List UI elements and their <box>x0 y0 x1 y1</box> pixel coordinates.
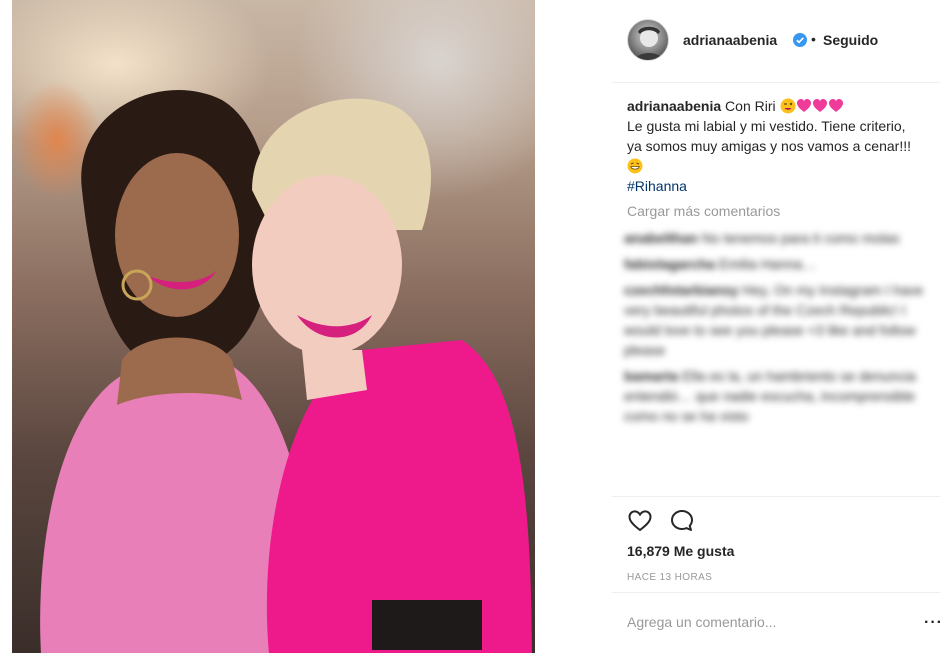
post-timestamp[interactable]: HACE 13 HORAS <box>627 572 712 583</box>
comment-icon[interactable] <box>669 508 695 534</box>
caption-first-line: Con Riri <box>725 98 776 114</box>
list-item: anabelthan No tenemos para ti como molas <box>624 228 924 248</box>
more-options-button[interactable]: ··· <box>924 614 943 632</box>
comment-username[interactable]: bamarta <box>624 368 678 384</box>
comment-username[interactable]: anabelthan <box>624 230 698 246</box>
avatar-image <box>634 26 664 60</box>
heart-icon[interactable] <box>627 508 653 534</box>
likes-count[interactable]: 16,879 Me gusta <box>627 543 734 559</box>
comment-username[interactable]: fabiolagarcha <box>624 256 715 272</box>
comments-list: anabelthan No tenemos para ti como molas… <box>624 228 924 432</box>
divider <box>612 496 940 497</box>
comment-text: No tenemos para ti como molas <box>701 230 900 246</box>
photo-person-right <box>252 98 532 653</box>
list-item: czechfotarbiansy Hey, On my Instagram I … <box>624 280 924 360</box>
following-button[interactable]: Seguido <box>823 32 878 48</box>
post-sidebar: adrianaabenia • Seguido adrianaabenia Co… <box>612 0 952 653</box>
comment-input[interactable]: Agrega un comentario... <box>627 614 776 630</box>
emoji-heart-icon <box>796 99 811 112</box>
emoji-heart-icon <box>828 99 843 112</box>
verified-badge-icon <box>793 33 807 47</box>
emoji-grin-icon <box>627 158 643 174</box>
hashtag-link[interactable]: #Rihanna <box>627 178 687 194</box>
post-caption: adrianaabenia Con Riri Le gusta mi labia… <box>627 96 917 196</box>
emoji-wink-icon <box>780 98 796 114</box>
post-header: adrianaabenia • Seguido <box>612 0 940 83</box>
list-item: fabiolagarcha Emilia Hanna… <box>624 254 924 274</box>
comment-username[interactable]: czechfotarbiansy <box>624 282 738 298</box>
avatar[interactable] <box>627 19 669 61</box>
caption-body: Le gusta mi labial y mi vestido. Tiene c… <box>627 118 911 154</box>
load-more-comments-button[interactable]: Cargar más comentarios <box>627 203 780 219</box>
header-username-link[interactable]: adrianaabenia <box>683 32 777 48</box>
post-photo[interactable] <box>12 0 535 653</box>
caption-username-link[interactable]: adrianaabenia <box>627 98 721 114</box>
comment-text: Emilia Hanna… <box>718 256 817 272</box>
header-separator-dot: • <box>811 31 816 47</box>
list-item: bamarta Ella es la, un hambriento se den… <box>624 366 924 426</box>
emoji-heart-icon <box>812 99 827 112</box>
divider <box>612 592 940 593</box>
